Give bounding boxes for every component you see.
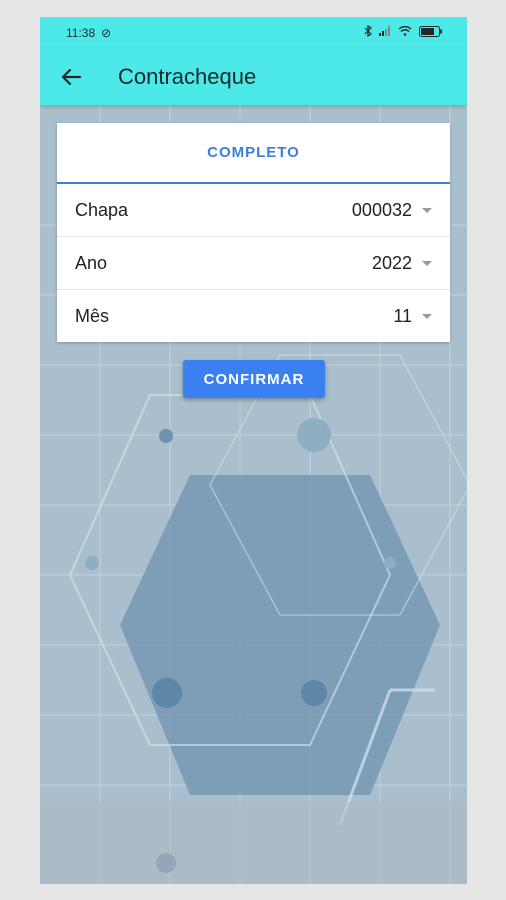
status-bar: 11:38 ⊘: [40, 17, 467, 48]
bluetooth-icon: [364, 24, 372, 40]
back-button[interactable]: [60, 66, 82, 88]
mes-value: 11: [393, 305, 412, 326]
dropdown-caret-icon: [422, 313, 432, 319]
signal-icon: [379, 26, 391, 39]
mes-row: Mês 11: [57, 290, 450, 342]
form-card: COMPLETO Chapa 000032 Ano 2022 Mês 11: [57, 123, 450, 342]
confirm-button[interactable]: CONFIRMAR: [183, 360, 325, 398]
phone-screen: 11:38 ⊘ Contracheque COMPLETO Chapa 0000…: [40, 17, 467, 884]
ano-select[interactable]: 2022: [372, 253, 432, 274]
ano-row: Ano 2022: [57, 237, 450, 290]
chapa-value: 000032: [351, 199, 412, 220]
page-title: Contracheque: [118, 63, 257, 89]
status-time: 11:38: [66, 25, 96, 40]
tab-completo[interactable]: COMPLETO: [57, 123, 450, 184]
mes-label: Mês: [75, 305, 110, 326]
app-bar: Contracheque: [40, 48, 467, 105]
wifi-icon: [398, 25, 412, 39]
chapa-row: Chapa 000032: [57, 184, 450, 237]
arrow-left-icon: [61, 68, 81, 85]
bottom-overlay: [40, 802, 467, 884]
chapa-label: Chapa: [75, 199, 129, 220]
battery-icon: [419, 25, 443, 40]
dropdown-caret-icon: [422, 207, 432, 213]
alarm-off-icon: ⊘: [101, 25, 112, 40]
status-icons: [364, 24, 443, 40]
mes-select[interactable]: 11: [393, 306, 432, 327]
ano-label: Ano: [75, 252, 108, 273]
chapa-select[interactable]: 000032: [352, 200, 432, 221]
dropdown-caret-icon: [422, 260, 432, 266]
ano-value: 2022: [371, 252, 412, 273]
